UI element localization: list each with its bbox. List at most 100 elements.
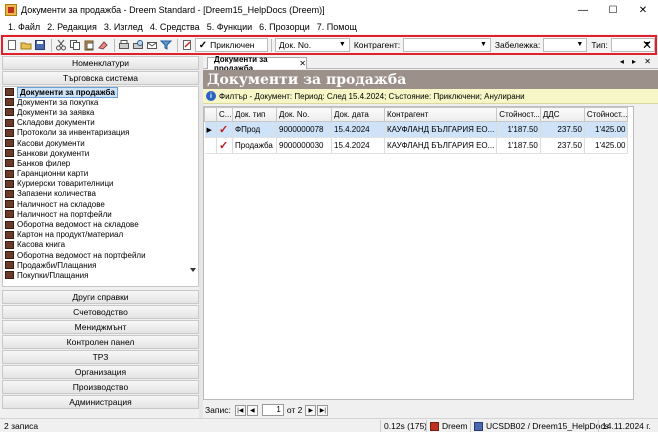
menu-functions[interactable]: 5. Функции <box>207 22 252 32</box>
nav-item-sales-payments[interactable]: Продажби/Плащания <box>3 260 198 270</box>
nav-item-order-documents[interactable]: Документи за заявка <box>3 107 198 117</box>
filter-text: Филтър - Документ: Период: След 15.4.202… <box>219 91 525 101</box>
nav-item-inventory-protocols[interactable]: Протоколи за инвентаризация <box>3 128 198 138</box>
doc-date-cell: 15.4.2024 <box>331 121 385 138</box>
nav-item-courier-waybills[interactable]: Куриерски товарителници <box>3 179 198 189</box>
nav-item-warehouse-turnover[interactable]: Оборотна ведомост на складове <box>3 219 198 229</box>
close-toolbar-icon[interactable]: ✕ <box>641 38 653 52</box>
menu-file[interactable]: 1. Файл <box>8 22 40 32</box>
minimize-button[interactable]: — <box>568 0 598 20</box>
column-header-contragent[interactable]: Контрагент <box>383 107 498 122</box>
menu-view[interactable]: 3. Изглед <box>104 22 143 32</box>
group-payroll[interactable]: ТРЗ <box>2 350 199 364</box>
new-document-icon[interactable] <box>6 39 18 51</box>
close-tab-icon[interactable]: ✕ <box>299 59 306 68</box>
dreem-logo-icon <box>430 421 439 431</box>
nav-item-warehouse-documents[interactable]: Складови документи <box>3 118 198 128</box>
nav-item-bank-documents[interactable]: Банкови документи <box>3 148 198 158</box>
column-header-value[interactable]: Стойност... <box>496 107 541 122</box>
group-management[interactable]: Мениджмънт <box>2 320 199 334</box>
group-other-reports[interactable]: Други справки <box>2 290 199 304</box>
nav-item-wallet-stock[interactable]: Наличност на портфейли <box>3 209 198 219</box>
nav-item-wallet-turnover[interactable]: Оборотна ведомост на портфейли <box>3 250 198 260</box>
last-record-button[interactable]: ▶| <box>317 404 329 416</box>
document-icon <box>5 189 14 198</box>
save-icon[interactable] <box>34 39 46 51</box>
menu-help[interactable]: 7. Помощ <box>317 22 357 32</box>
print-icon[interactable] <box>118 39 130 51</box>
nav-item-product-card[interactable]: Картон на продукт/материал <box>3 230 198 240</box>
report-icon <box>5 261 14 270</box>
column-header-status[interactable]: С... <box>216 107 233 122</box>
query-timing: 0.12s (175) <box>380 420 427 432</box>
app-icon <box>5 4 17 16</box>
note-combo[interactable]: ▼ <box>543 38 588 52</box>
group-nomenclatures[interactable]: Номенклатури <box>2 56 199 70</box>
nav-item-warehouse-stock[interactable]: Наличност на складове <box>3 199 198 209</box>
nav-item-cash-book[interactable]: Касова книга <box>3 240 198 250</box>
copy-icon[interactable] <box>69 39 81 51</box>
previous-record-button[interactable]: ◀ <box>246 404 258 416</box>
menu-edit[interactable]: 2. Редакция <box>47 22 97 32</box>
menu-tools[interactable]: 4. Средства <box>150 22 200 32</box>
column-header-total[interactable]: Стойност... <box>583 107 629 122</box>
group-administration[interactable]: Администрация <box>2 395 199 409</box>
group-organization[interactable]: Организация <box>2 365 199 379</box>
email-icon[interactable] <box>146 39 158 51</box>
database-icon <box>474 421 483 431</box>
group-accounting[interactable]: Счетоводство <box>2 305 199 319</box>
maximize-button[interactable]: ☐ <box>598 0 628 20</box>
menu-windows[interactable]: 6. Прозорци <box>259 22 310 32</box>
contragent-cell: КАУФЛАНД БЪЛГАРИЯ ЕО... <box>384 121 498 138</box>
contragent-combo[interactable]: ▼ <box>403 38 491 52</box>
first-record-button[interactable]: |◀ <box>234 404 246 416</box>
report-icon <box>5 240 14 249</box>
document-icon <box>5 108 14 117</box>
nav-item-reserved-quantities[interactable]: Запазени количества <box>3 189 198 199</box>
nav-item-sales-documents[interactable]: Документи за продажба <box>3 87 198 98</box>
scroll-down-arrow-icon <box>190 268 196 272</box>
close-window-button[interactable]: ✕ <box>628 0 658 20</box>
trade-system-list: Документи за продажба Документи за покуп… <box>2 86 199 287</box>
status-filter-combo[interactable]: ✓ Приключен <box>194 38 268 52</box>
nav-item-purchase-payments[interactable]: Покупки/Плащания <box>3 270 198 280</box>
filter-icon[interactable] <box>159 39 173 51</box>
nav-item-bank-filer[interactable]: Банков филер <box>3 158 198 168</box>
doc-no-combo[interactable]: Док. No. ▼ <box>274 38 350 52</box>
nav-item-purchase-documents[interactable]: Документи за покупка <box>3 97 198 107</box>
cut-icon[interactable] <box>55 39 67 51</box>
group-trade-system[interactable]: Търговска система <box>2 71 199 85</box>
toolbar-separator <box>176 38 178 52</box>
menu-bar: 1. Файл 2. Редакция 3. Изглед 4. Средств… <box>0 20 658 34</box>
tab-navigation-controls[interactable]: ◂ ▸ ✕ <box>620 57 654 66</box>
column-header-doc-type[interactable]: Док. тип <box>232 107 277 122</box>
print-preview-icon[interactable] <box>132 39 144 51</box>
group-control-panel[interactable]: Контролен панел <box>2 335 199 349</box>
edit-document-icon[interactable] <box>181 39 193 51</box>
eraser-icon[interactable] <box>97 39 109 51</box>
checkmark-icon: ✓ <box>198 39 208 51</box>
nav-item-cash-documents[interactable]: Касови документи <box>3 138 198 148</box>
nav-scrollbar[interactable] <box>188 87 198 286</box>
paste-icon[interactable] <box>83 39 95 51</box>
document-icon <box>5 169 14 178</box>
column-header-doc-date[interactable]: Док. дата <box>331 107 385 122</box>
current-row-arrow-icon: ▶ <box>204 121 217 138</box>
column-header-doc-no[interactable]: Док. No. <box>276 107 332 122</box>
table-row[interactable]: ✓ Продажба 9000000030 15.4.2024 КАУФЛАНД… <box>204 137 629 154</box>
record-number-input[interactable]: 1 <box>261 404 284 416</box>
type-label: Тип: <box>591 40 608 50</box>
open-folder-icon[interactable] <box>20 39 32 51</box>
column-header-vat[interactable]: ДДС <box>539 107 585 122</box>
tab-sales-documents[interactable]: Документи за продажба ✕ <box>207 55 307 73</box>
table-row[interactable]: ▶ ✓ ФПрод 9000000078 15.4.2024 КАУФЛАНД … <box>204 121 629 138</box>
document-icon <box>5 118 14 127</box>
nav-item-warranty-cards[interactable]: Гаранционни карти <box>3 169 198 179</box>
doc-no-cell: 9000000030 <box>276 137 332 154</box>
document-icon <box>5 128 14 137</box>
next-record-button[interactable]: ▶ <box>305 404 317 416</box>
database-name: UCSDB02 / Dreem15_HelpDocs <box>486 421 609 431</box>
record-total: от 2 <box>286 405 303 415</box>
status-cell: ✓ <box>216 137 233 154</box>
group-production[interactable]: Производство <box>2 380 199 394</box>
